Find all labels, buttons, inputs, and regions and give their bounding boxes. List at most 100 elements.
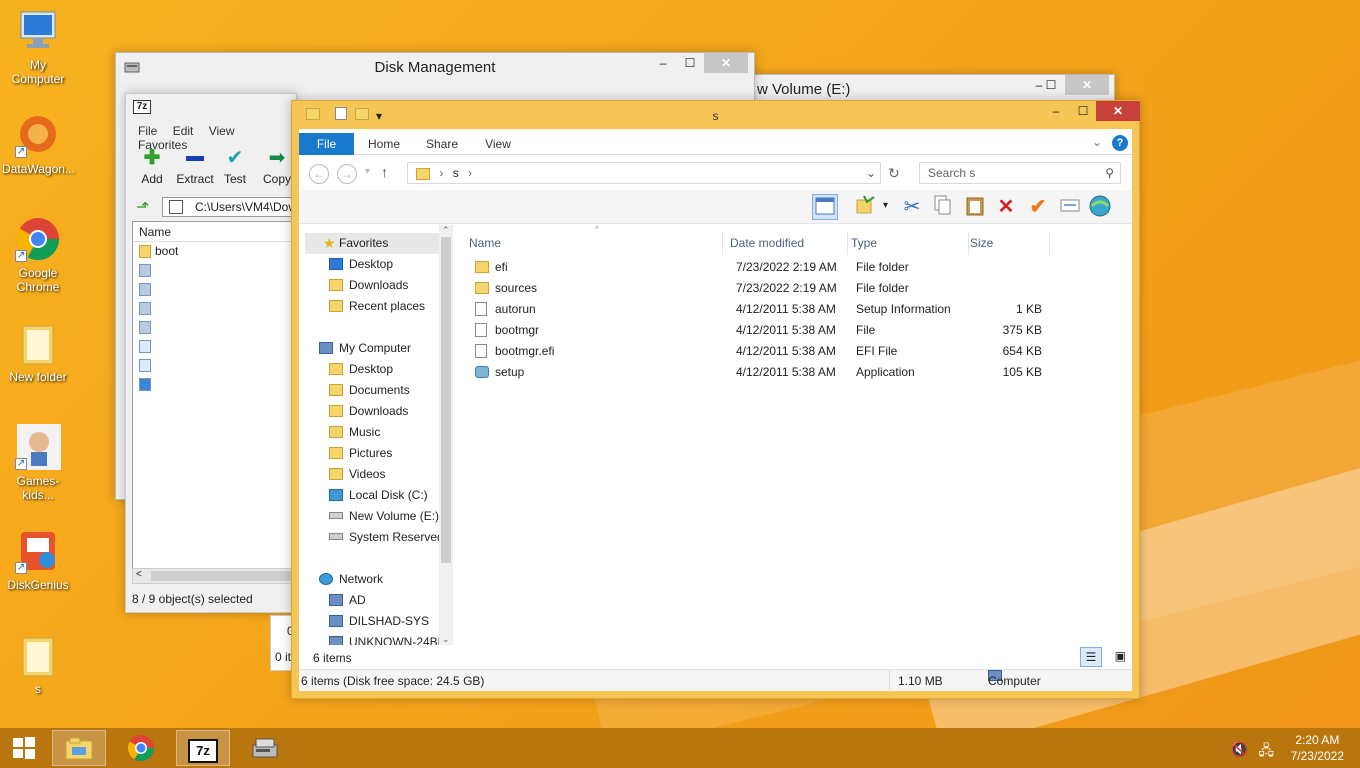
file-row[interactable]: efi 7/23/2022 2:19 AM File folder bbox=[475, 257, 1075, 278]
nav-my-computer-header[interactable]: My Computer bbox=[319, 338, 411, 359]
close-button[interactable]: ✕ bbox=[1065, 75, 1109, 95]
taskbar-clock[interactable]: 2:20 AM 7/23/2022 bbox=[1291, 732, 1344, 764]
file-row[interactable]: bootmgr.efi 4/12/2011 5:38 AM EFI File 6… bbox=[475, 341, 1075, 362]
delete-icon[interactable]: ✕ bbox=[993, 194, 1019, 220]
column-type-header[interactable]: Type bbox=[851, 231, 969, 255]
scroll-down-icon[interactable]: ⌄ bbox=[442, 634, 450, 645]
close-button[interactable]: ✕ bbox=[704, 53, 748, 73]
recent-locations-icon[interactable]: ▾ bbox=[365, 166, 370, 177]
nav-item-desktop[interactable]: Desktop bbox=[329, 254, 393, 275]
maximize-button[interactable]: ☐ bbox=[676, 53, 704, 73]
close-button[interactable]: ✕ bbox=[1096, 101, 1140, 121]
breadcrumb-chevron-icon[interactable]: › bbox=[468, 166, 472, 180]
tab-home[interactable]: Home bbox=[361, 133, 407, 155]
nav-item-recent-places[interactable]: Recent places bbox=[329, 296, 425, 317]
taskbar-7zip[interactable]: 7z bbox=[176, 730, 230, 766]
menu-view[interactable]: View bbox=[209, 124, 235, 138]
address-bar[interactable]: › s › ⌄ bbox=[407, 162, 881, 184]
network-icon[interactable]: 🖧 bbox=[1258, 740, 1274, 764]
menu-file[interactable]: File bbox=[138, 124, 157, 138]
nav-item-downloads[interactable]: Downloads bbox=[329, 401, 408, 422]
properties-icon[interactable] bbox=[1057, 194, 1083, 220]
list-item[interactable]: boot bbox=[133, 242, 295, 261]
scroll-thumb[interactable] bbox=[441, 237, 451, 563]
title-bar[interactable]: Disk Management – ☐ ✕ bbox=[116, 53, 754, 83]
forward-button[interactable]: → bbox=[337, 164, 357, 184]
desktop-icon-diskgenius[interactable]: ↗ DiskGenius bbox=[2, 528, 74, 592]
globe-icon[interactable] bbox=[1087, 194, 1113, 220]
nav-network-header[interactable]: Network bbox=[319, 569, 383, 590]
desktop-icon-my-computer[interactable]: My Computer bbox=[2, 8, 74, 86]
file-explorer-window[interactable]: ▾ s – ☐ ✕ File Home Share View ⌄ ? ← → ▾… bbox=[291, 100, 1140, 699]
folder-options-icon[interactable] bbox=[852, 194, 878, 220]
nav-item-new-volume-e[interactable]: New Volume (E:) bbox=[329, 506, 439, 527]
add-button[interactable]: ✚ Add bbox=[131, 146, 173, 186]
nav-item-network-computer[interactable]: AD bbox=[329, 590, 366, 611]
minimize-button[interactable]: – bbox=[649, 53, 677, 73]
file-row[interactable]: autorun 4/12/2011 5:38 AM Setup Informat… bbox=[475, 299, 1075, 320]
list-item[interactable] bbox=[133, 280, 295, 299]
paste-icon[interactable] bbox=[962, 194, 988, 220]
navigation-pane[interactable]: ★ Favorites Desktop Downloads Recent pla… bbox=[299, 225, 449, 645]
help-icon[interactable]: ? bbox=[1112, 135, 1128, 151]
expand-ribbon-icon[interactable]: ⌄ bbox=[1092, 135, 1102, 149]
nav-item-system-reserved[interactable]: System Reserved bbox=[329, 527, 444, 548]
nav-item-pictures[interactable]: Pictures bbox=[329, 443, 392, 464]
taskbar-chrome[interactable] bbox=[114, 730, 168, 766]
test-button[interactable]: ✔ Test bbox=[214, 146, 256, 186]
7zip-window[interactable]: 7z File Edit View Favorites ✚ Add Extrac… bbox=[125, 93, 297, 613]
nav-item-downloads[interactable]: Downloads bbox=[329, 275, 408, 296]
tab-view[interactable]: View bbox=[475, 133, 521, 155]
search-input[interactable]: Search s ⚲ bbox=[919, 162, 1121, 184]
list-item[interactable] bbox=[133, 337, 295, 356]
list-item[interactable] bbox=[133, 299, 295, 318]
nav-item-network-computer[interactable]: UNKNOWN-24BE bbox=[329, 632, 446, 645]
path-input[interactable]: C:\Users\VM4\Down bbox=[162, 197, 296, 217]
column-name-header[interactable]: Name bbox=[469, 231, 723, 255]
nav-item-network-computer[interactable]: DILSHAD-SYS bbox=[329, 611, 429, 632]
desktop-icon-games-kids[interactable]: ↗ Games-kids... bbox=[2, 424, 74, 502]
list-item[interactable] bbox=[133, 318, 295, 337]
maximize-button[interactable]: ☐ bbox=[1037, 75, 1065, 95]
horizontal-scrollbar[interactable]: < bbox=[132, 568, 296, 584]
refresh-icon[interactable]: ↻ bbox=[888, 165, 900, 182]
nav-item-documents[interactable]: Documents bbox=[329, 380, 410, 401]
breadcrumb-chevron-icon[interactable]: › bbox=[439, 166, 443, 180]
minimize-button[interactable]: – bbox=[1042, 101, 1070, 121]
taskbar-disk-management[interactable] bbox=[238, 730, 292, 766]
tab-file[interactable]: File bbox=[299, 133, 354, 155]
back-button[interactable]: ← bbox=[309, 164, 329, 184]
start-button[interactable] bbox=[0, 730, 48, 766]
file-row[interactable]: sources 7/23/2022 2:19 AM File folder bbox=[475, 278, 1075, 299]
rename-checkmark-icon[interactable]: ✔ bbox=[1025, 194, 1051, 220]
nav-item-local-disk-c[interactable]: Local Disk (C:) bbox=[329, 485, 428, 506]
menu-edit[interactable]: Edit bbox=[173, 124, 194, 138]
nav-item-music[interactable]: Music bbox=[329, 422, 380, 443]
desktop-icon-datawagon[interactable]: ↗ DataWagon... bbox=[2, 112, 75, 176]
details-view-icon[interactable]: ☰ bbox=[1080, 647, 1102, 667]
address-dropdown-icon[interactable]: ⌄ bbox=[866, 163, 876, 183]
file-row[interactable]: bootmgr 4/12/2011 5:38 AM File 375 KB bbox=[475, 320, 1075, 341]
breadcrumb-segment[interactable]: s bbox=[453, 166, 459, 180]
column-date-header[interactable]: Date modified bbox=[730, 231, 848, 255]
file-list[interactable]: ^ Name Date modified Type Size efi 7/23/… bbox=[455, 225, 1132, 645]
title-bar[interactable]: ▾ s – ☐ ✕ bbox=[298, 101, 1140, 129]
volume-muted-icon[interactable]: 🔇 bbox=[1231, 741, 1248, 758]
tab-share[interactable]: Share bbox=[417, 133, 467, 155]
desktop-icon-google-chrome[interactable]: ↗ Google Chrome bbox=[2, 216, 74, 294]
dropdown-icon[interactable]: ▾ bbox=[883, 200, 888, 211]
scroll-up-icon[interactable]: ⌃ bbox=[442, 225, 450, 236]
search-icon[interactable]: ⚲ bbox=[1105, 163, 1114, 183]
nav-item-videos[interactable]: Videos bbox=[329, 464, 385, 485]
maximize-button[interactable]: ☐ bbox=[1069, 101, 1097, 121]
taskbar-file-explorer[interactable] bbox=[52, 730, 106, 766]
list-item[interactable] bbox=[133, 261, 295, 280]
scroll-left-icon[interactable]: < bbox=[136, 569, 142, 580]
nav-item-desktop[interactable]: Desktop bbox=[329, 359, 393, 380]
extract-button[interactable]: Extract bbox=[174, 146, 216, 186]
up-arrow-icon[interactable]: ↑ bbox=[381, 164, 388, 180]
nav-vertical-scrollbar[interactable]: ⌃ ⌄ bbox=[439, 225, 453, 645]
file-list[interactable]: Name boot bbox=[132, 221, 296, 583]
desktop-icon-s-folder[interactable]: s bbox=[2, 632, 74, 696]
column-size-header[interactable]: Size bbox=[970, 231, 1050, 255]
